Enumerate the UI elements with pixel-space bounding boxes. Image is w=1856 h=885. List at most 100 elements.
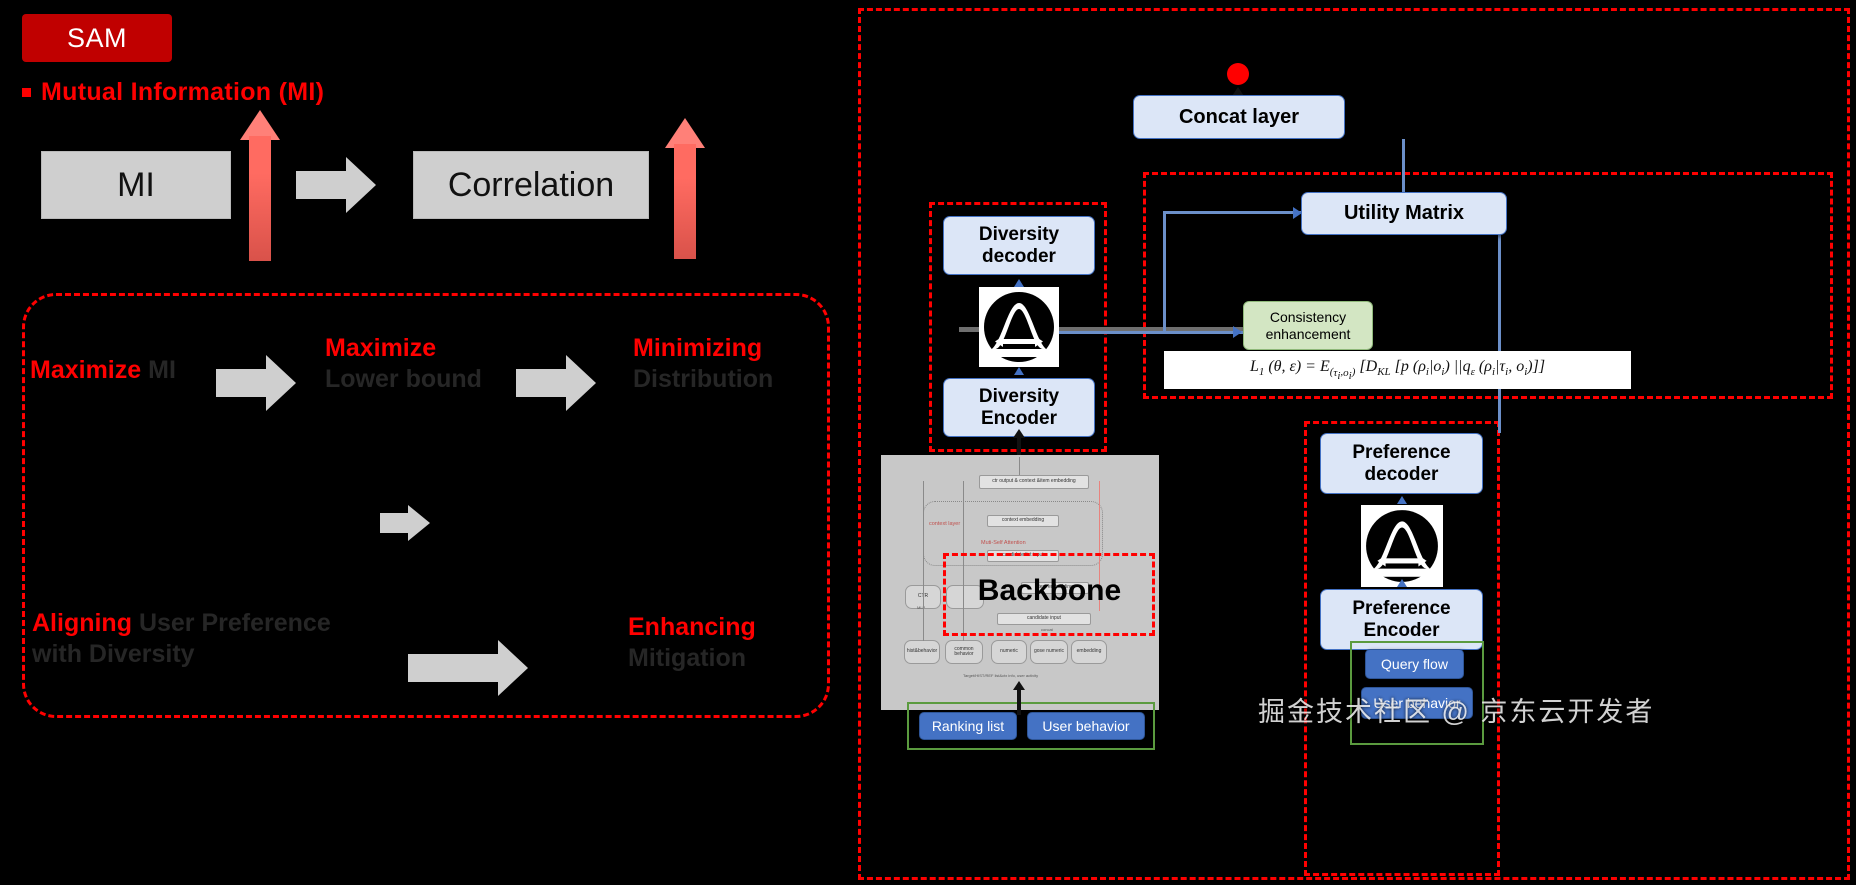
flow-label-dim: Distribution <box>633 364 774 393</box>
bb-connector-left <box>923 481 924 641</box>
flow-label-red: Enhancing <box>628 613 756 641</box>
ranking-list-box: Ranking list <box>919 712 1017 740</box>
arrow-dist-to-preference-decoder-icon <box>1397 496 1407 504</box>
utility-matrix-label: Utility Matrix <box>1343 202 1465 225</box>
bb-connector <box>1019 457 1020 475</box>
flow-label-dim: User Preference <box>138 609 331 637</box>
preference-decoder-label: Preference decoder <box>1352 442 1451 485</box>
concat-layer-label: Concat layer <box>1178 105 1300 128</box>
flow-label-maximize-mi: Maximize MI <box>30 355 176 386</box>
bullet-label: Mutual Information (MI) <box>41 78 325 106</box>
connector-utility-input-horizontal <box>1163 211 1303 214</box>
mi-box: MI <box>41 151 231 219</box>
up-arrow-correlation-icon <box>665 118 705 259</box>
flow-label-red: Minimizing <box>633 334 763 362</box>
utility-matrix-box: Utility Matrix <box>1301 192 1507 235</box>
backbone-label: Backbone <box>977 574 1122 607</box>
connector-consistency-up <box>1163 214 1166 332</box>
up-arrow-mi-icon <box>240 110 280 261</box>
flow-arrow-3-icon <box>380 505 432 541</box>
flow-arrow-2-icon <box>516 355 600 411</box>
flow-label-dim: Lower bound <box>325 364 482 393</box>
arrow-head <box>408 505 430 541</box>
preference-decoder-box: Preference decoder <box>1320 433 1483 494</box>
distribution-svg <box>984 292 1054 362</box>
sam-label: SAM <box>66 22 127 53</box>
bb-node-label: gose numeric <box>1033 648 1064 655</box>
flow-label-enhancing-mitigation: Enhancing Mitigation <box>628 612 756 673</box>
bb-self-attention-label: Muti-Self Attention <box>981 540 1026 546</box>
bb-node-gose-numeric: gose numeric <box>1030 640 1068 664</box>
bb-node-numeric: numeric <box>991 640 1027 664</box>
distribution-icon <box>1361 505 1443 587</box>
arrow-shaft <box>380 513 410 533</box>
slide-canvas: SAM Mutual Information (MI) MI Correlati… <box>0 0 1856 885</box>
connector-utility-down-to-pref <box>1498 235 1501 433</box>
architecture-diagram-panel: Concat layer Utility Matrix Consistency e… <box>858 8 1850 880</box>
mi-box-label: MI <box>117 165 155 204</box>
flow-label-red: Maximize <box>30 356 142 384</box>
preference-encoder-label: Preference Encoder <box>1352 598 1451 641</box>
diversity-decoder-label: Diversity decoder <box>978 224 1060 267</box>
formula-text: L1 (θ, ε) = E(τi,oi) [DKL [p (ρi|oi) ||q… <box>1249 358 1546 382</box>
concat-layer-box: Concat layer <box>1133 95 1345 139</box>
query-flow-box: Query flow <box>1365 649 1464 679</box>
kl-loss-formula: L1 (θ, ε) = E(τi,oi) [DKL [p (ρi|oi) ||q… <box>1164 351 1631 389</box>
bb-caption-label: Target/HIST/REF list&ctx info, user acti… <box>963 673 1039 678</box>
sam-title-badge: SAM <box>22 14 172 62</box>
arrow-head <box>566 355 596 411</box>
bb-context-layer-label: context layer <box>929 521 961 527</box>
bb-node-hist-behavior: hist&behavior <box>904 640 940 664</box>
ranking-list-label: Ranking list <box>931 718 1005 734</box>
arrow-dist-to-diversity-decoder-icon <box>1014 279 1024 287</box>
distribution-svg <box>1366 510 1438 582</box>
bb-node-label: ctr output & context &item embedding <box>992 478 1076 485</box>
consistency-enhancement-box: Consistency enhancement <box>1243 301 1373 350</box>
bb-node-common-behavior: common behavior <box>945 640 983 664</box>
left-slide-panel: SAM Mutual Information (MI) MI Correlati… <box>0 0 855 885</box>
arrow-shaft <box>516 369 568 397</box>
flow-label-dim: Mitigation <box>628 643 747 672</box>
arrow-into-diversity-encoder-icon <box>1013 429 1025 438</box>
connector-utility-to-concat <box>1402 139 1405 192</box>
arrow-head <box>498 640 528 696</box>
flow-label-dim: MI <box>148 356 176 384</box>
query-flow-label: Query flow <box>1381 656 1448 672</box>
user-behavior-left-box: User behavior <box>1027 712 1145 740</box>
flow-arrow-1-icon <box>216 355 300 411</box>
up-arrow-shaft <box>674 144 696 259</box>
bullet-row-mutual-information: Mutual Information (MI) <box>22 78 324 107</box>
bb-node-label: hist&behavior <box>906 648 938 655</box>
arrow-shaft <box>408 654 500 682</box>
flow-label-red: Aligning <box>32 609 132 637</box>
arrow-pref-encoder-to-dist-icon <box>1397 579 1407 587</box>
output-node-dot-icon <box>1227 63 1249 85</box>
connector-inputs-to-backbone <box>1017 689 1021 715</box>
arrow-inputs-to-backbone-icon <box>1013 681 1025 690</box>
flow-label-dim-2: with Diversity <box>32 639 195 668</box>
consistency-enhancement-label: Consistency enhancement <box>1265 308 1351 342</box>
diversity-decoder-box: Diversity decoder <box>943 216 1095 275</box>
bb-node-label: numeric <box>1000 648 1018 655</box>
bb-node-ctr-output: ctr output & context &item embedding <box>979 475 1089 489</box>
flow-label-minimizing-distribution: Minimizing Distribution <box>633 333 773 394</box>
bb-node-context-embedding: context embedding <box>987 515 1059 527</box>
arrow-into-consistency-icon <box>1233 326 1242 338</box>
bb-node-label: embedding <box>1076 648 1102 655</box>
flow-label-maximize-lower-bound: Maximize Lower bound <box>325 333 482 394</box>
diversity-encoder-label: Diversity Encoder <box>978 386 1060 429</box>
bb-node-embedding: embedding <box>1071 640 1107 664</box>
distribution-icon <box>979 287 1059 367</box>
bullet-square-icon <box>22 88 31 97</box>
flow-arrow-4-icon <box>408 640 534 696</box>
arrow-head <box>346 157 376 213</box>
arrow-encoder-to-dist-icon <box>1014 367 1024 375</box>
watermark-text: 掘金技术社区 @ 京东云开发者 <box>1258 697 1655 727</box>
arrow-shaft <box>296 171 348 199</box>
arrow-shaft <box>216 369 268 397</box>
flow-label-aligning-user-preference: Aligning User Preference with Diversity <box>32 608 331 669</box>
flow-label-red: Maximize <box>325 334 437 362</box>
arrow-head <box>266 355 296 411</box>
correlation-box-label: Correlation <box>447 165 615 204</box>
up-arrow-shaft <box>249 136 271 261</box>
